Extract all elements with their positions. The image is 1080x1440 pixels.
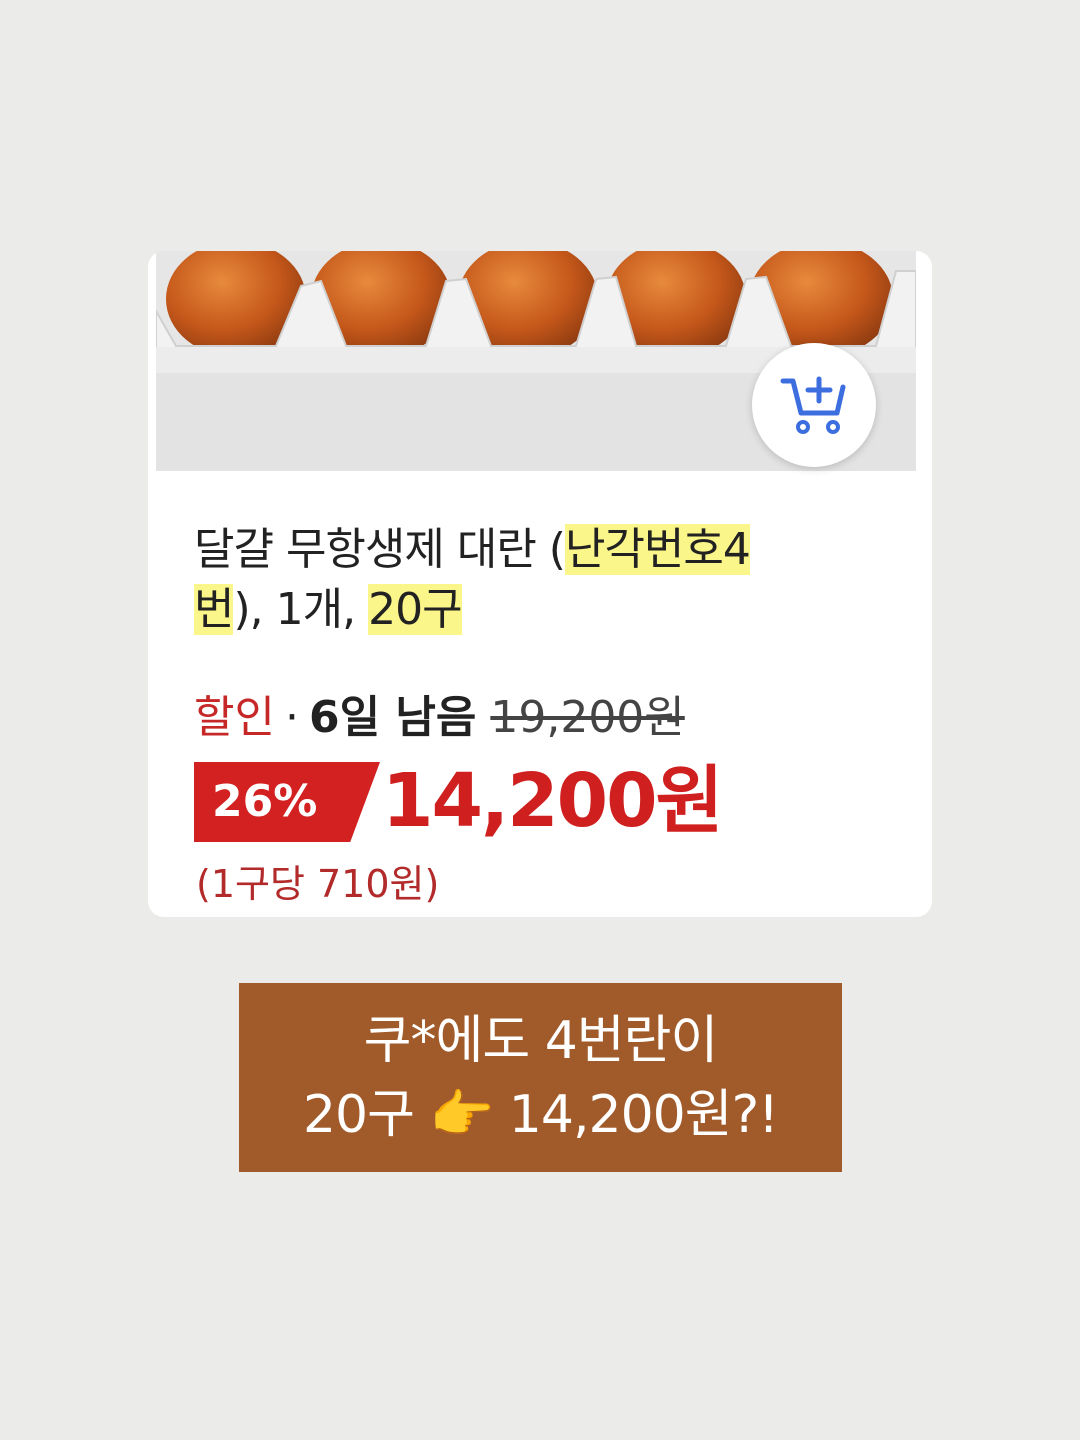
- product-title[interactable]: 달걀 무항생제 대란 (난각번호4 번), 1개, 20구: [194, 520, 894, 640]
- add-to-cart-button[interactable]: [752, 343, 876, 467]
- sale-label: 할인: [194, 692, 275, 743]
- caption-text: 20구: [302, 1084, 430, 1145]
- cart-plus-icon: [780, 376, 846, 434]
- caption-price: 14,200원?!: [493, 1084, 779, 1145]
- caption-line-1: 쿠*에도 4번란이: [363, 1010, 719, 1071]
- title-highlight-egg-code-end: 번: [194, 584, 234, 635]
- sale-info: 할인 · 6일 남음 19,200원: [194, 690, 685, 746]
- discount-badge: 26%: [194, 762, 380, 842]
- separator-dot: ·: [284, 692, 299, 743]
- title-highlight-count: 20구: [368, 584, 463, 635]
- title-text-part: 달걀 무항생제 대란 (: [194, 524, 566, 575]
- caption-line-2: 20구 👉 14,200원?!: [302, 1078, 779, 1152]
- caption-box: 쿠*에도 4번란이 20구 👉 14,200원?!: [239, 983, 842, 1172]
- unit-price: (1구당 710원): [196, 862, 440, 906]
- days-left: 6일 남음: [308, 692, 477, 743]
- title-highlight-egg-code: 난각번호4: [564, 524, 751, 575]
- title-text-part: ), 1개,: [233, 584, 369, 635]
- original-price: 19,200원: [490, 692, 685, 743]
- sale-price: 14,200원: [382, 758, 724, 844]
- pointing-hand-icon: 👉: [429, 1084, 495, 1145]
